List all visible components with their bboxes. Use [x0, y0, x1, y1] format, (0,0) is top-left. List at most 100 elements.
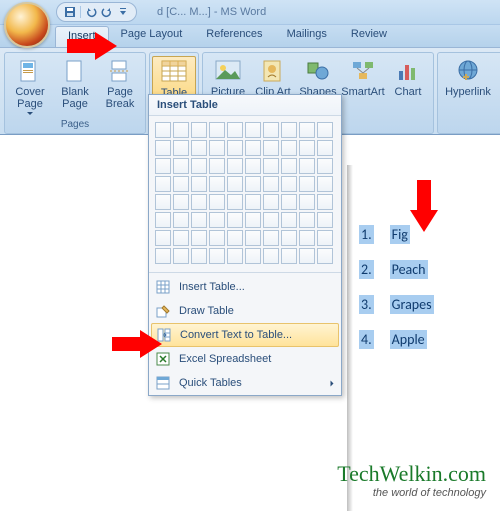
grid-cell[interactable] [245, 194, 261, 210]
grid-cell[interactable] [155, 158, 171, 174]
page-break-button[interactable]: Page Break [99, 56, 141, 117]
grid-cell[interactable] [281, 140, 297, 156]
grid-cell[interactable] [281, 122, 297, 138]
grid-cell[interactable] [155, 122, 171, 138]
grid-cell[interactable] [299, 212, 315, 228]
redo-icon[interactable] [100, 5, 114, 19]
tab-page-layout[interactable]: Page Layout [109, 25, 195, 47]
grid-cell[interactable] [281, 176, 297, 192]
grid-cell[interactable] [191, 212, 207, 228]
grid-cell[interactable] [227, 158, 243, 174]
office-button[interactable] [4, 2, 50, 48]
grid-cell[interactable] [245, 176, 261, 192]
grid-cell[interactable] [191, 248, 207, 264]
grid-cell[interactable] [245, 248, 261, 264]
grid-cell[interactable] [155, 194, 171, 210]
grid-cell[interactable] [263, 230, 279, 246]
grid-cell[interactable] [299, 194, 315, 210]
grid-cell[interactable] [281, 194, 297, 210]
grid-cell[interactable] [263, 158, 279, 174]
grid-cell[interactable] [317, 140, 333, 156]
grid-cell[interactable] [299, 158, 315, 174]
grid-cell[interactable] [263, 212, 279, 228]
grid-cell[interactable] [299, 248, 315, 264]
grid-cell[interactable] [173, 140, 189, 156]
grid-cell[interactable] [209, 122, 225, 138]
table-grid-selector[interactable] [149, 116, 341, 270]
grid-cell[interactable] [227, 122, 243, 138]
grid-cell[interactable] [263, 140, 279, 156]
grid-cell[interactable] [173, 122, 189, 138]
undo-icon[interactable] [84, 5, 98, 19]
grid-cell[interactable] [209, 248, 225, 264]
grid-cell[interactable] [191, 176, 207, 192]
grid-cell[interactable] [317, 194, 333, 210]
grid-cell[interactable] [245, 212, 261, 228]
grid-cell[interactable] [281, 212, 297, 228]
grid-cell[interactable] [263, 194, 279, 210]
grid-cell[interactable] [317, 248, 333, 264]
grid-cell[interactable] [191, 194, 207, 210]
grid-cell[interactable] [227, 176, 243, 192]
grid-cell[interactable] [155, 176, 171, 192]
grid-cell[interactable] [317, 212, 333, 228]
quick-tables-item[interactable]: Quick Tables [149, 371, 341, 395]
grid-cell[interactable] [281, 158, 297, 174]
grid-cell[interactable] [209, 140, 225, 156]
grid-cell[interactable] [209, 194, 225, 210]
grid-cell[interactable] [155, 248, 171, 264]
grid-cell[interactable] [191, 140, 207, 156]
grid-cell[interactable] [281, 230, 297, 246]
draw-table-item[interactable]: Draw Table [149, 299, 341, 323]
blank-page-button[interactable]: Blank Page [54, 56, 96, 117]
grid-cell[interactable] [173, 194, 189, 210]
grid-cell[interactable] [173, 230, 189, 246]
excel-spreadsheet-item[interactable]: Excel Spreadsheet [149, 347, 341, 371]
grid-cell[interactable] [227, 140, 243, 156]
tab-references[interactable]: References [194, 25, 274, 47]
grid-cell[interactable] [281, 248, 297, 264]
grid-cell[interactable] [155, 230, 171, 246]
save-icon[interactable] [63, 5, 77, 19]
grid-cell[interactable] [245, 230, 261, 246]
tab-review[interactable]: Review [339, 25, 399, 47]
grid-cell[interactable] [155, 140, 171, 156]
cover-page-button[interactable]: Cover Page [9, 56, 51, 117]
grid-cell[interactable] [191, 230, 207, 246]
grid-cell[interactable] [299, 140, 315, 156]
grid-cell[interactable] [317, 122, 333, 138]
grid-cell[interactable] [245, 158, 261, 174]
grid-cell[interactable] [227, 230, 243, 246]
grid-cell[interactable] [191, 122, 207, 138]
grid-cell[interactable] [227, 194, 243, 210]
grid-cell[interactable] [191, 158, 207, 174]
grid-cell[interactable] [173, 212, 189, 228]
grid-cell[interactable] [209, 212, 225, 228]
grid-cell[interactable] [209, 176, 225, 192]
grid-cell[interactable] [173, 248, 189, 264]
grid-cell[interactable] [173, 176, 189, 192]
grid-cell[interactable] [299, 122, 315, 138]
grid-cell[interactable] [263, 176, 279, 192]
grid-cell[interactable] [155, 212, 171, 228]
hyperlink-button[interactable]: Hyperlink [442, 56, 494, 100]
convert-text-to-table-item[interactable]: Convert Text to Table... [151, 323, 339, 347]
grid-cell[interactable] [263, 248, 279, 264]
grid-cell[interactable] [209, 230, 225, 246]
grid-cell[interactable] [227, 212, 243, 228]
grid-cell[interactable] [317, 158, 333, 174]
grid-cell[interactable] [173, 158, 189, 174]
grid-cell[interactable] [299, 176, 315, 192]
grid-cell[interactable] [209, 158, 225, 174]
chart-button[interactable]: Chart [387, 56, 429, 105]
insert-table-item[interactable]: Insert Table... [149, 275, 341, 299]
grid-cell[interactable] [227, 248, 243, 264]
grid-cell[interactable] [299, 230, 315, 246]
grid-cell[interactable] [317, 176, 333, 192]
grid-cell[interactable] [317, 230, 333, 246]
grid-cell[interactable] [245, 122, 261, 138]
qat-more-icon[interactable] [116, 5, 130, 19]
smartart-button[interactable]: SmartArt [342, 56, 384, 105]
grid-cell[interactable] [245, 140, 261, 156]
tab-mailings[interactable]: Mailings [275, 25, 339, 47]
